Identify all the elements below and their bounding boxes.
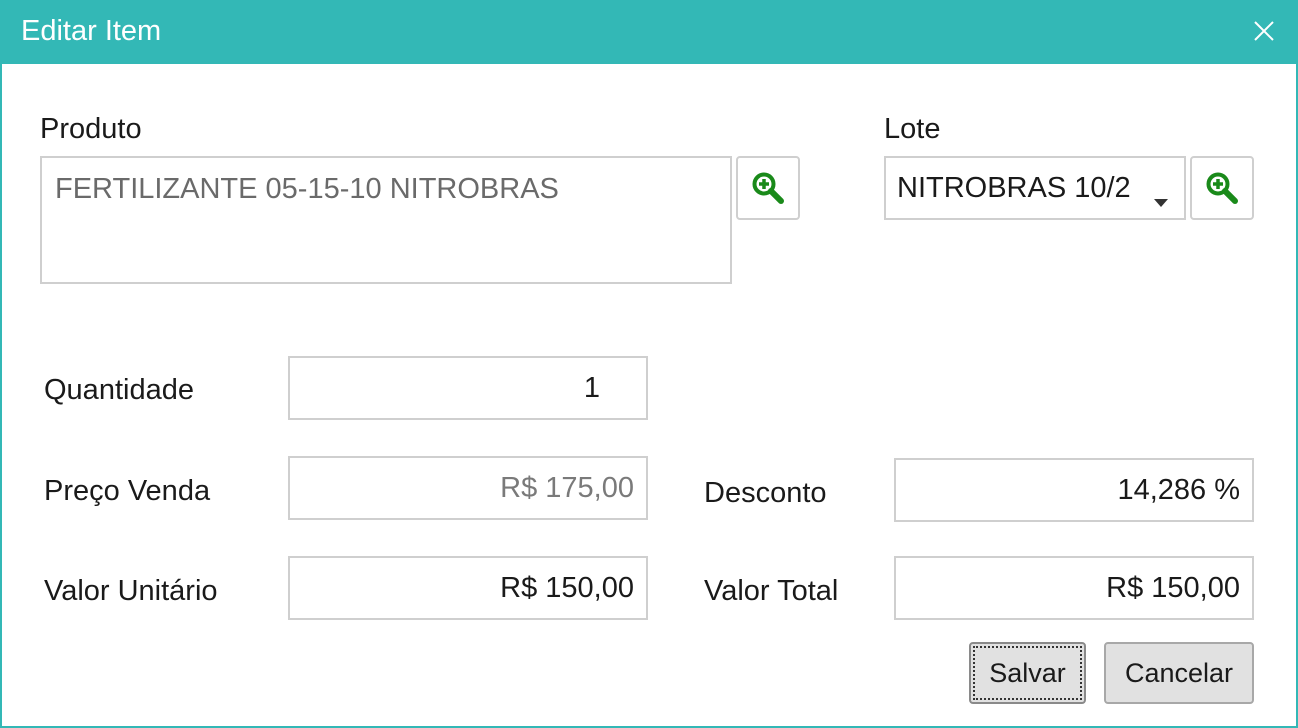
quantidade-label: Quantidade (44, 374, 194, 406)
window-title: Editar Item (21, 15, 162, 47)
chevron-down-icon (1154, 183, 1168, 216)
valor-total-value: R$ 150,00 (1106, 571, 1240, 604)
lote-search-button[interactable] (1190, 156, 1254, 220)
desconto-value: 14,286 % (1117, 473, 1240, 506)
valor-total-input[interactable]: R$ 150,00 (894, 556, 1254, 620)
lote-value: NITROBRAS 10/2 (897, 172, 1131, 204)
close-icon[interactable] (1250, 17, 1278, 45)
cancel-button[interactable]: Cancelar (1104, 642, 1254, 704)
valor-unitario-value: R$ 150,00 (500, 571, 634, 604)
title-bar: Editar Item (2, 0, 1298, 64)
quantidade-value: 1 (583, 371, 600, 404)
quantidade-input[interactable]: 1 (288, 356, 648, 420)
produto-label: Produto (40, 113, 142, 145)
valor-unitario-label: Valor Unitário (44, 575, 218, 607)
cancel-button-label: Cancelar (1124, 657, 1234, 688)
edit-item-dialog: Editar Item Produto FERTILIZANTE 05-15-1… (0, 0, 1298, 728)
save-button[interactable]: Salvar (969, 642, 1086, 704)
save-button-label: Salvar (989, 657, 1066, 688)
zoom-in-icon (1206, 172, 1238, 204)
lote-dropdown[interactable]: NITROBRAS 10/2 (884, 156, 1186, 220)
produto-search-button[interactable] (736, 156, 800, 220)
preco-venda-value: R$ 175,00 (500, 471, 634, 504)
valor-total-label: Valor Total (704, 575, 839, 607)
preco-venda-label: Preço Venda (44, 475, 211, 507)
desconto-label: Desconto (704, 477, 827, 509)
produto-value: FERTILIZANTE 05-15-10 NITROBRAS (55, 173, 559, 205)
lote-label: Lote (884, 113, 941, 145)
produto-field[interactable]: FERTILIZANTE 05-15-10 NITROBRAS (40, 156, 732, 284)
desconto-input[interactable]: 14,286 % (894, 458, 1254, 522)
preco-venda-field: R$ 175,00 (288, 456, 648, 520)
zoom-in-icon (752, 172, 784, 204)
valor-unitario-input[interactable]: R$ 150,00 (288, 556, 648, 620)
